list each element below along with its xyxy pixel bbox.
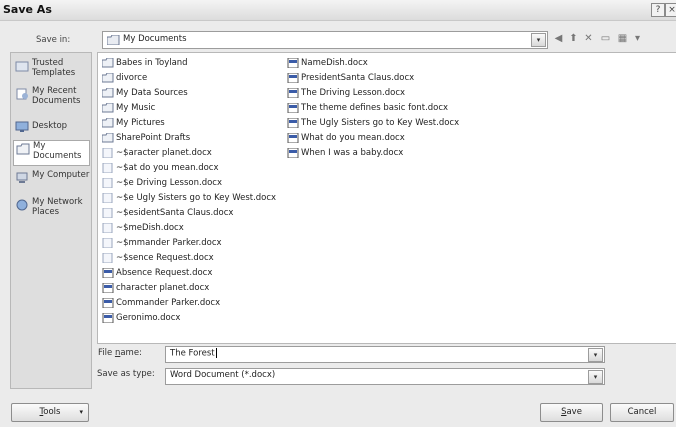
temp-file-icon (102, 163, 113, 173)
file-name-label: File name: (98, 348, 142, 358)
file-name: ~$at do you mean.docx (116, 163, 219, 173)
place-label: Desktop (32, 121, 68, 131)
word-document-icon (102, 268, 114, 278)
save-in-value: My Documents (123, 34, 187, 44)
file-name: character planet.docx (116, 283, 210, 293)
file-name: Geronimo.docx (116, 313, 181, 323)
place-my-documents[interactable]: My Documents (13, 140, 90, 166)
file-name: ~$e Ugly Sisters go to Key West.docx (116, 193, 277, 203)
word-document-icon (287, 88, 299, 98)
file-name: ~$sence Request.docx (116, 253, 214, 263)
file-name: SharePoint Drafts (116, 133, 191, 143)
toolbar: ◀ ⬆ ✕ ▭ ▦ ▾ (552, 31, 676, 49)
file-name: When I was a baby.docx (301, 148, 404, 158)
file-name: My Pictures (116, 118, 165, 128)
desktop-icon (15, 121, 29, 132)
place-desktop[interactable]: Desktop (13, 119, 88, 133)
folder-icon (102, 118, 114, 128)
views-icon[interactable]: ▦ (616, 33, 629, 45)
cancel-button[interactable]: Cancel (610, 403, 674, 422)
place-label: My Computer (32, 170, 90, 180)
place-label: My Recent Documents (32, 86, 81, 106)
place-trusted-templates[interactable]: Trusted Templates (13, 58, 88, 80)
place-network-places[interactable]: My Network Places (13, 197, 88, 219)
temp-file-icon (102, 208, 113, 218)
temp-file-icon (102, 253, 113, 263)
file-name-value: The Forest (170, 348, 217, 359)
chevron-down-icon: ▾ (79, 408, 83, 416)
file-name: The Ugly Sisters go to Key West.docx (301, 118, 460, 128)
file-name: PresidentSanta Claus.docx (301, 73, 415, 83)
place-label: My Network Places (32, 197, 83, 217)
up-folder-icon[interactable]: ⬆ (567, 33, 580, 45)
my-documents-icon (16, 143, 30, 155)
file-name: The theme defines basic font.docx (301, 103, 449, 113)
close-icon[interactable]: × (665, 3, 676, 17)
views-chevron-icon[interactable]: ▾ (631, 33, 644, 45)
file-name: Babes in Toyland (116, 58, 188, 68)
file-name: My Data Sources (116, 88, 188, 98)
file-name: Commander Parker.docx (116, 298, 221, 308)
place-my-computer[interactable]: My Computer (13, 170, 90, 192)
file-list[interactable]: Babes in Toyland divorce My Data Sources My… (97, 52, 676, 344)
window-title: Save As (3, 3, 52, 16)
chevron-down-icon[interactable]: ▾ (588, 348, 603, 362)
places-bar: Trusted Templates My Recent Documents De… (10, 52, 92, 389)
word-document-icon (287, 58, 299, 68)
file-name: What do you mean.docx (301, 133, 405, 143)
word-document-icon (102, 298, 114, 308)
file-name: NameDish.docx (301, 58, 368, 68)
title-bar: Save As ? × (0, 0, 676, 21)
file-name: Absence Request.docx (116, 268, 213, 278)
temp-file-icon (102, 178, 113, 188)
place-label: My Documents (33, 141, 82, 161)
back-icon[interactable]: ◀ (552, 33, 565, 45)
file-name-input[interactable]: The Forest ▾ (165, 346, 605, 363)
save-as-type-label: Save as type: (97, 369, 155, 379)
folder-icon (102, 73, 114, 83)
new-folder-icon[interactable]: ▭ (599, 33, 612, 45)
file-name: divorce (116, 73, 148, 83)
word-document-icon (287, 133, 299, 143)
file-name: ~$mmander Parker.docx (116, 238, 222, 248)
network-places-icon (16, 199, 28, 211)
word-document-icon (102, 283, 114, 293)
file-name: ~$meDish.docx (116, 223, 184, 233)
delete-icon[interactable]: ✕ (582, 33, 595, 45)
word-document-icon (287, 73, 299, 83)
word-document-icon (287, 148, 299, 158)
folder-icon (102, 58, 114, 68)
tools-button[interactable]: Tools ▾ (11, 403, 89, 422)
temp-file-icon (102, 148, 113, 158)
folder-icon (102, 133, 114, 143)
chevron-down-icon[interactable]: ▾ (531, 33, 546, 47)
folder-icon (107, 35, 120, 45)
folder-icon (102, 103, 114, 113)
file-name: ~$e Driving Lesson.docx (116, 178, 223, 188)
folder-icon (102, 88, 114, 98)
help-icon[interactable]: ? (651, 3, 665, 17)
save-in-dropdown[interactable]: My Documents ▾ (102, 31, 548, 49)
file-name: ~$esidentSanta Claus.docx (116, 208, 234, 218)
file-name: My Music (116, 103, 156, 113)
recent-documents-icon (16, 88, 28, 100)
temp-file-icon (102, 238, 113, 248)
temp-file-icon (102, 193, 113, 203)
place-label: Trusted Templates (32, 58, 76, 78)
save-as-type-value: Word Document (*.docx) (170, 370, 276, 380)
my-computer-icon (16, 172, 28, 183)
file-name: The Driving Lesson.docx (301, 88, 406, 98)
temp-file-icon (102, 223, 113, 233)
place-recent-documents[interactable]: My Recent Documents (13, 86, 88, 108)
word-document-icon (102, 313, 114, 323)
file-name: ~$aracter planet.docx (116, 148, 212, 158)
trusted-templates-icon (15, 61, 29, 72)
save-in-label: Save in: (36, 35, 71, 45)
save-button[interactable]: Save (540, 403, 603, 422)
word-document-icon (287, 103, 299, 113)
save-as-type-dropdown[interactable]: Word Document (*.docx) ▾ (165, 368, 605, 385)
word-document-icon (287, 118, 299, 128)
chevron-down-icon[interactable]: ▾ (588, 370, 603, 384)
